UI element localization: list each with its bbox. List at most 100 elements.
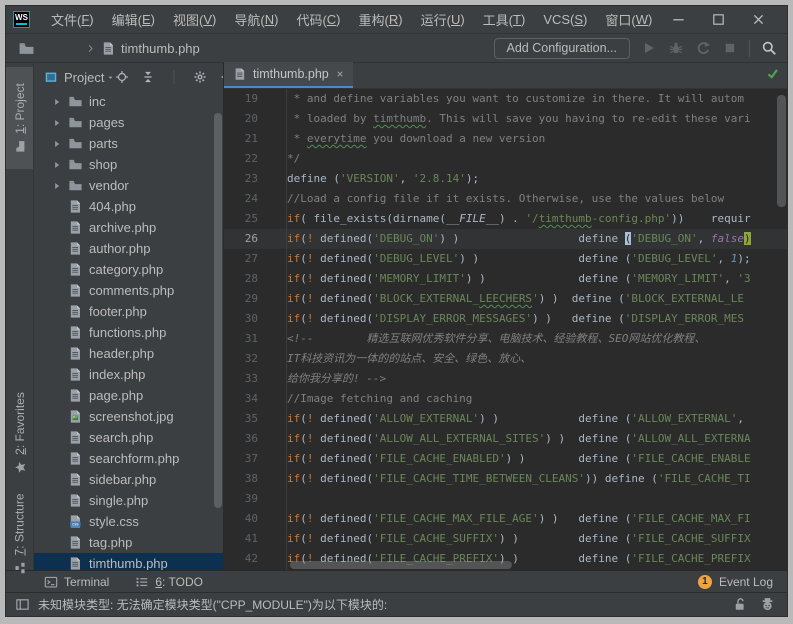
code-line-23[interactable]: 23 define ('VERSION', '2.8.14'); bbox=[224, 169, 787, 189]
tree-item-parts[interactable]: parts bbox=[34, 133, 223, 154]
tree-item-sidebar.php[interactable]: sidebar.php bbox=[34, 469, 223, 490]
add-configuration-button[interactable]: Add Configuration... bbox=[493, 37, 630, 59]
menu-bar: 文件(F) 编辑(E) 视图(V) 导航(N) 代码(C) 重构(R) 运行(U) 工具(T)… bbox=[42, 6, 661, 33]
menu-e[interactable]: 编辑(E) bbox=[103, 6, 164, 33]
tree-item-archive.php[interactable]: archive.php bbox=[34, 217, 223, 238]
tree-item-label: category.php bbox=[89, 262, 164, 277]
menu-u[interactable]: 运行(U) bbox=[412, 6, 474, 33]
menu-w[interactable]: 窗口(W) bbox=[596, 6, 661, 33]
code-line-41[interactable]: 41 if(! defined('FILE_CACHE_SUFFIX') ) de… bbox=[224, 529, 787, 549]
breadcrumb: timthumb.php bbox=[85, 41, 200, 56]
editor-horizontal-scrollbar[interactable] bbox=[290, 561, 512, 569]
menu-v[interactable]: 视图(V) bbox=[164, 6, 225, 33]
expand-arrow-icon[interactable] bbox=[52, 139, 68, 149]
tree-item-comments.php[interactable]: comments.php bbox=[34, 280, 223, 301]
code-line-31[interactable]: 31 <!-- 精选互联网优秀软件分享、电脑技术、经验教程、SEO网站优化教程、 bbox=[224, 329, 787, 349]
code-line-40[interactable]: 40 if(! defined('FILE_CACHE_MAX_FILE_AGE'… bbox=[224, 509, 787, 529]
tree-item-author.php[interactable]: author.php bbox=[34, 238, 223, 259]
tree-item-header.php[interactable]: header.php bbox=[34, 343, 223, 364]
tool-window-button-project[interactable]: 1: Project bbox=[6, 67, 33, 169]
tree-item-vendor[interactable]: vendor bbox=[34, 175, 223, 196]
code-line-25[interactable]: 25 if( file_exists(dirname(__FILE__) . '/… bbox=[224, 209, 787, 229]
tree-item-single.php[interactable]: single.php bbox=[34, 490, 223, 511]
settings-button[interactable] bbox=[193, 70, 207, 84]
lock-open-icon[interactable] bbox=[732, 597, 747, 612]
breadcrumb-file[interactable]: timthumb.php bbox=[121, 41, 200, 56]
tree-item-searchform.php[interactable]: searchform.php bbox=[34, 448, 223, 469]
tree-item-category.php[interactable]: category.php bbox=[34, 259, 223, 280]
code-line-28[interactable]: 28 if(! defined('MEMORY_LIMIT') ) define … bbox=[224, 269, 787, 289]
close-window-button[interactable] bbox=[745, 10, 771, 30]
run-button[interactable] bbox=[641, 40, 657, 56]
tree-item-inc[interactable]: inc bbox=[34, 91, 223, 112]
php-icon bbox=[70, 200, 81, 213]
hector-icon[interactable] bbox=[760, 597, 775, 612]
code-line-27[interactable]: 27 if(! defined('DEBUG_LEVEL') ) define (… bbox=[224, 249, 787, 269]
expand-arrow-icon[interactable] bbox=[52, 118, 68, 128]
expand-arrow-icon[interactable] bbox=[52, 181, 68, 191]
code-line-30[interactable]: 30 if(! defined('DISPLAY_ERROR_MESSAGES')… bbox=[224, 309, 787, 329]
status-bar-icons bbox=[732, 597, 775, 612]
editor-tab-timthumb[interactable]: timthumb.php bbox=[224, 62, 353, 88]
tree-item-search.php[interactable]: search.php bbox=[34, 427, 223, 448]
code-line-19[interactable]: 19 * and define variables you want to cu… bbox=[224, 89, 787, 109]
code-line-39[interactable]: 39 bbox=[224, 489, 787, 509]
tree-item-style.css[interactable]: css style.css bbox=[34, 511, 223, 532]
tree-item-pages[interactable]: pages bbox=[34, 112, 223, 133]
stop-button[interactable] bbox=[722, 40, 738, 56]
code-line-35[interactable]: 35 if(! defined('ALLOW_EXTERNAL') ) defin… bbox=[224, 409, 787, 429]
tree-item-404.php[interactable]: 404.php bbox=[34, 196, 223, 217]
maximize-window-button[interactable] bbox=[705, 10, 731, 30]
tool-window-button-favorites[interactable]: 2: Favorites bbox=[6, 381, 33, 485]
locate-button[interactable] bbox=[115, 70, 129, 84]
tree-item-tag.php[interactable]: tag.php bbox=[34, 532, 223, 553]
code-line-26[interactable]: 26 if(! defined('DEBUG_ON') ) define ('DE… bbox=[224, 229, 787, 249]
php-icon bbox=[70, 536, 81, 549]
code-editor[interactable]: 19 * and define variables you want to cu… bbox=[224, 89, 787, 570]
code-line-37[interactable]: 37 if(! defined('FILE_CACHE_ENABLED') ) d… bbox=[224, 449, 787, 469]
expand-arrow-icon[interactable] bbox=[52, 97, 68, 107]
tool-window-button-todo[interactable]: 6: TODO bbox=[135, 575, 203, 589]
debug-button[interactable] bbox=[668, 40, 684, 56]
rerun-button[interactable] bbox=[695, 40, 711, 56]
menu-r[interactable]: 重构(R) bbox=[350, 6, 412, 33]
tree-item-page.php[interactable]: page.php bbox=[34, 385, 223, 406]
code-line-34[interactable]: 34//Image fetching and caching bbox=[224, 389, 787, 409]
tree-item-shop[interactable]: shop bbox=[34, 154, 223, 175]
code-line-22[interactable]: 22 */ bbox=[224, 149, 787, 169]
tree-item-functions.php[interactable]: functions.php bbox=[34, 322, 223, 343]
minimize-window-button[interactable] bbox=[665, 10, 691, 30]
editor-vertical-scrollbar[interactable] bbox=[777, 95, 786, 207]
img-icon bbox=[70, 410, 81, 423]
event-log-button[interactable]: 1 Event Log bbox=[697, 574, 787, 589]
menu-f[interactable]: 文件(F) bbox=[42, 6, 103, 33]
search-everywhere-icon[interactable] bbox=[761, 40, 777, 56]
code-line-21[interactable]: 21 * everytime you download a new versio… bbox=[224, 129, 787, 149]
menu-t[interactable]: 工具(T) bbox=[474, 6, 535, 33]
collapse-all-button[interactable] bbox=[141, 70, 155, 84]
code-line-29[interactable]: 29 if(! defined('BLOCK_EXTERNAL_LEECHERS'… bbox=[224, 289, 787, 309]
project-panel-title[interactable]: Project bbox=[64, 70, 104, 85]
inspections-ok-check-icon[interactable] bbox=[766, 67, 779, 80]
code-line-33[interactable]: 33 给你我分享的! --> bbox=[224, 369, 787, 389]
menu-n[interactable]: 导航(N) bbox=[225, 6, 287, 33]
tool-window-button-structure[interactable]: 7: Structure bbox=[6, 491, 33, 577]
code-line-32[interactable]: 32 IT科技资讯为一体的的站点、安全、绿色、放心、 bbox=[224, 349, 787, 369]
project-tree-scrollbar[interactable] bbox=[214, 113, 222, 508]
tool-window-button-terminal[interactable]: Terminal bbox=[44, 575, 109, 589]
code-line-20[interactable]: 20 * loaded by timthumb. This will save … bbox=[224, 109, 787, 129]
nav-root-folder-icon[interactable] bbox=[18, 40, 35, 57]
tree-item-screenshot.jpg[interactable]: screenshot.jpg bbox=[34, 406, 223, 427]
expand-arrow-icon[interactable] bbox=[52, 160, 68, 170]
tree-item-footer.php[interactable]: footer.php bbox=[34, 301, 223, 322]
tool-window-switcher-icon[interactable] bbox=[15, 597, 30, 612]
close-tab-icon[interactable] bbox=[335, 69, 345, 79]
menu-s[interactable]: VCS(S) bbox=[534, 6, 596, 33]
tree-item-index.php[interactable]: index.php bbox=[34, 364, 223, 385]
code-line-38[interactable]: 38 if(! defined('FILE_CACHE_TIME_BETWEEN_… bbox=[224, 469, 787, 489]
menu-c[interactable]: 代码(C) bbox=[287, 6, 349, 33]
code-line-24[interactable]: 24//Load a config file if it exists. Oth… bbox=[224, 189, 787, 209]
code-line-36[interactable]: 36 if(! defined('ALLOW_ALL_EXTERNAL_SITES… bbox=[224, 429, 787, 449]
chevron-down-icon[interactable] bbox=[106, 73, 115, 82]
tree-item-timthumb.php[interactable]: timthumb.php bbox=[34, 553, 223, 570]
